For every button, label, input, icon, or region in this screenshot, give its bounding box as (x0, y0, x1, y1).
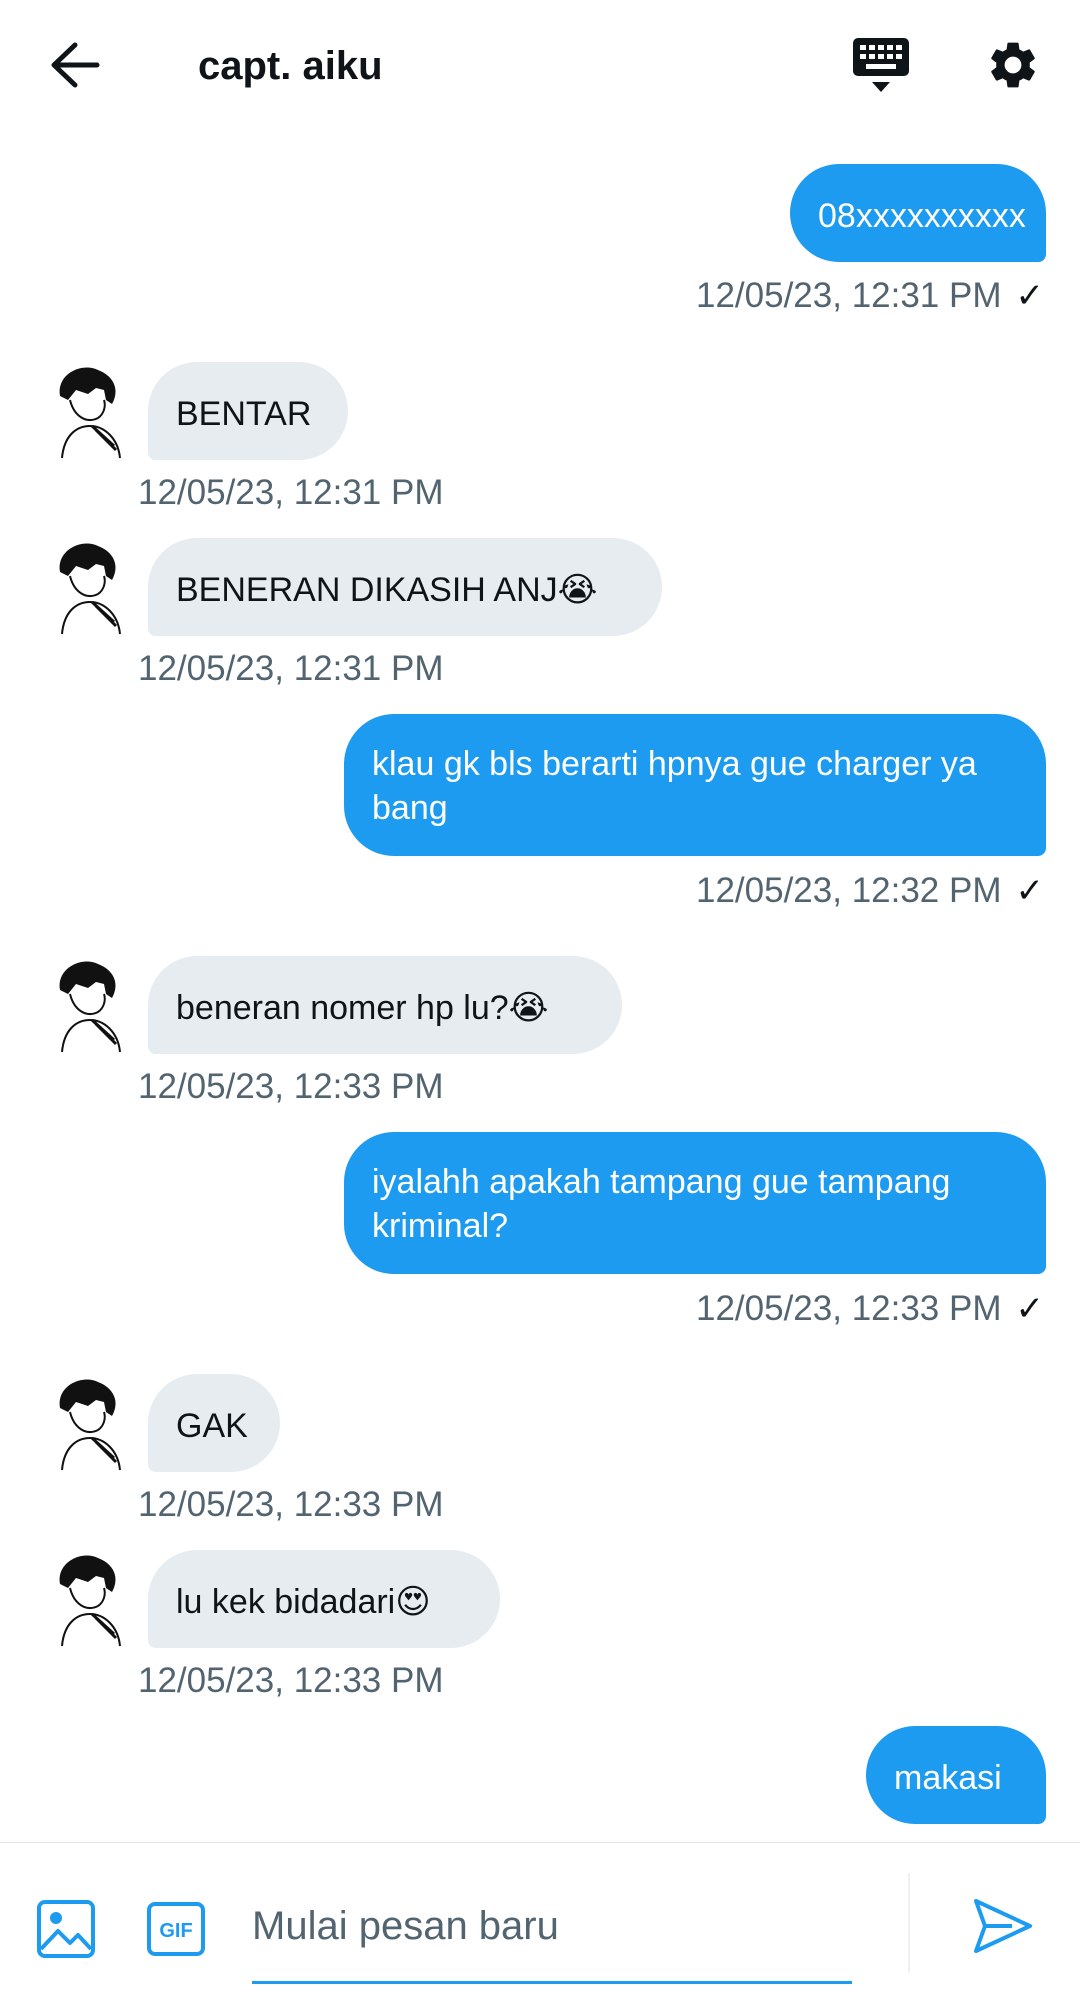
gif-label: GIF (159, 1920, 192, 1942)
send-button[interactable] (972, 1895, 1038, 1961)
avatar[interactable] (52, 360, 128, 460)
message-timestamp: 12/05/23, 12:31 PM (138, 649, 444, 688)
conversation-title[interactable]: capt. aiku (198, 38, 383, 94)
message-bubble-incoming[interactable]: GAK (148, 1374, 280, 1472)
message-bubble-outgoing[interactable]: 08xxxxxxxxxx (790, 164, 1046, 262)
message-composer: GIF Mulai pesan baru (0, 1842, 1080, 2000)
message-bubble-outgoing[interactable]: klau gk bls berarti hpnya gue charger ya… (344, 714, 1046, 856)
message-input[interactable]: Mulai pesan baru (252, 1871, 852, 1984)
arrow-left-icon (51, 42, 100, 88)
message-timestamp: 12/05/23, 12:33 PM (138, 1485, 444, 1524)
message-bubble-incoming[interactable]: BENERAN DIKASIH ANJ😭 (148, 538, 662, 636)
message-bubble-outgoing[interactable]: iyalahh apakah tampang gue tampang krimi… (344, 1132, 1046, 1274)
image-icon (37, 1900, 95, 1958)
chat-header: capt. aiku (0, 0, 1080, 130)
message-bubble-incoming[interactable]: lu kek bidadari😍 (148, 1550, 500, 1648)
timestamp-text: 12/05/23, 12:33 PM (696, 1289, 1002, 1328)
add-image-button[interactable] (36, 1899, 98, 1961)
message-timestamp: 12/05/23, 12:31 PM ✓ (696, 274, 1044, 318)
avatar[interactable] (52, 536, 128, 636)
avatar[interactable] (52, 1372, 128, 1472)
avatar-image (52, 954, 128, 1054)
send-icon (974, 1899, 1032, 1953)
settings-button[interactable] (978, 30, 1048, 100)
gif-icon: GIF (147, 1902, 205, 1956)
message-timestamp: 12/05/23, 12:31 PM (138, 473, 444, 512)
avatar-image (52, 1548, 128, 1648)
composer-divider (908, 1873, 910, 1973)
add-gif-button[interactable]: GIF (146, 1901, 206, 1957)
sent-check-icon: ✓ (1015, 872, 1045, 910)
avatar[interactable] (52, 954, 128, 1054)
avatar[interactable] (52, 1548, 128, 1648)
sent-check-icon: ✓ (1015, 277, 1045, 315)
message-timestamp: 12/05/23, 12:33 PM (138, 1067, 444, 1106)
message-timestamp: 12/05/23, 12:33 PM ✓ (696, 1287, 1044, 1331)
message-bubble-incoming[interactable]: BENTAR (148, 362, 348, 460)
message-timestamp: 12/05/23, 12:33 PM (138, 1661, 444, 1700)
timestamp-text: 12/05/23, 12:31 PM (696, 276, 1002, 315)
gear-icon (991, 42, 1035, 88)
keyboard-button[interactable] (846, 30, 916, 100)
message-bubble-incoming[interactable]: beneran nomer hp lu?😭 (148, 956, 622, 1054)
message-timestamp: 12/05/23, 12:32 PM ✓ (696, 869, 1044, 913)
avatar-image (52, 1372, 128, 1472)
avatar-image (52, 536, 128, 636)
keyboard-icon (853, 38, 909, 92)
sent-check-icon: ✓ (1015, 1290, 1045, 1328)
timestamp-text: 12/05/23, 12:32 PM (696, 871, 1002, 910)
avatar-image (52, 360, 128, 460)
message-bubble-outgoing[interactable]: makasi (866, 1726, 1046, 1824)
back-button[interactable] (40, 30, 110, 100)
